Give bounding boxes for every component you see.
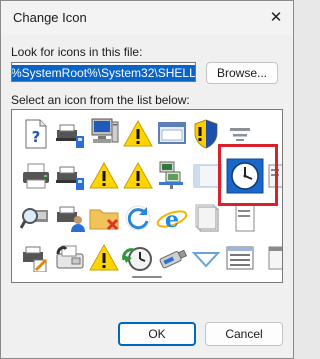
- history-icon[interactable]: [122, 242, 154, 274]
- file-path-value: %SystemRoot%\System32\SHELL32.dll: [12, 65, 195, 81]
- usb-drive-icon[interactable]: [156, 242, 188, 274]
- window-frame-icon[interactable]: [156, 118, 188, 150]
- dialog-title: Change Icon: [13, 10, 87, 25]
- computer-monitor-icon[interactable]: [88, 116, 120, 148]
- title-bar: Change Icon ✕: [1, 1, 293, 35]
- icon-list-label: Select an icon from the list below:: [11, 93, 190, 107]
- close-icon: ✕: [269, 9, 283, 26]
- close-button[interactable]: ✕: [259, 1, 293, 33]
- file-path-label: Look for icons in this file:: [11, 45, 143, 59]
- warning-icon[interactable]: [88, 242, 120, 274]
- ok-button[interactable]: OK: [118, 322, 196, 346]
- svg-text:?: ?: [32, 128, 41, 146]
- warning-icon[interactable]: [122, 160, 154, 192]
- refresh-icon[interactable]: [122, 202, 154, 234]
- horizontal-scrollbar[interactable]: [12, 272, 282, 282]
- copy-documents-icon[interactable]: [190, 202, 222, 234]
- folder-delete-icon[interactable]: [88, 202, 120, 234]
- internet-explorer-icon[interactable]: e: [156, 202, 188, 234]
- cancel-button[interactable]: Cancel: [205, 322, 283, 346]
- printer-edit-icon[interactable]: [20, 242, 52, 274]
- help-document-icon[interactable]: ?: [20, 118, 52, 150]
- fax-icon[interactable]: [54, 242, 86, 274]
- user-printer-icon[interactable]: [54, 202, 86, 234]
- svg-text:e: e: [165, 207, 179, 233]
- icon-list[interactable]: ? e: [11, 109, 283, 283]
- search-computer-icon[interactable]: [19, 202, 52, 234]
- browse-button[interactable]: Browse...: [206, 62, 278, 84]
- file-path-input[interactable]: %SystemRoot%\System32\SHELL32.dll: [11, 62, 196, 82]
- network-printer-icon[interactable]: [54, 118, 86, 150]
- scrollbar-thumb[interactable]: [132, 276, 162, 278]
- chevron-down-icon[interactable]: [190, 242, 222, 274]
- network-printer-2-icon[interactable]: [54, 160, 86, 192]
- network-drive-icon[interactable]: [156, 158, 188, 190]
- warning-icon[interactable]: [122, 118, 154, 150]
- window-list-icon[interactable]: [224, 242, 256, 274]
- selected-icon-highlight: [218, 144, 278, 206]
- document-edge-icon[interactable]: [224, 202, 256, 234]
- printer-icon[interactable]: [20, 160, 52, 192]
- change-icon-dialog: Change Icon ✕ Look for icons in this fil…: [0, 0, 294, 359]
- warning-icon[interactable]: [88, 160, 120, 192]
- window-edge-2-icon[interactable]: [268, 242, 282, 274]
